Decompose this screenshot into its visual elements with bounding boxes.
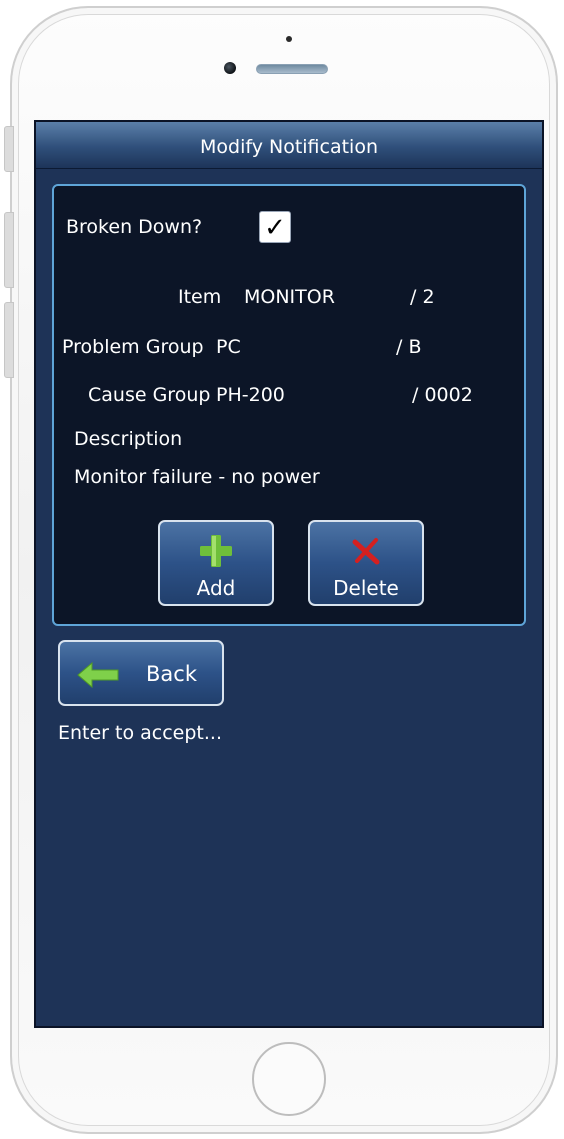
mute-switch xyxy=(4,126,14,172)
delete-button[interactable]: Delete xyxy=(308,520,424,606)
item-label: Item xyxy=(178,286,222,308)
cause-group-value: PH-200 xyxy=(216,384,285,406)
back-button-label: Back xyxy=(146,662,197,686)
problem-group-label: Problem Group xyxy=(62,336,204,358)
problem-group-value: PC xyxy=(216,336,241,358)
add-button[interactable]: Add xyxy=(158,520,274,606)
volume-down-button xyxy=(4,302,14,378)
app-screen: Modify Notification Broken Down? ✓ Item … xyxy=(34,120,544,1028)
add-button-label: Add xyxy=(196,576,236,600)
broken-down-label: Broken Down? xyxy=(66,216,203,238)
left-arrow-icon xyxy=(76,661,120,693)
broken-down-checkbox[interactable]: ✓ xyxy=(259,211,291,243)
plus-icon xyxy=(160,534,272,568)
volume-up-button xyxy=(4,212,14,288)
x-icon xyxy=(310,534,422,568)
item-code: / 2 xyxy=(410,286,435,308)
home-button[interactable] xyxy=(252,1042,326,1116)
page-title: Modify Notification xyxy=(199,136,378,158)
checkmark-icon: ✓ xyxy=(264,213,286,243)
notification-panel: Broken Down? ✓ Item MONITOR / 2 Problem … xyxy=(52,184,526,626)
back-button[interactable]: Back xyxy=(58,640,224,706)
proximity-sensor xyxy=(286,36,292,42)
problem-group-code: / B xyxy=(396,336,422,358)
delete-button-label: Delete xyxy=(333,576,399,600)
status-text: Enter to accept... xyxy=(58,722,223,744)
earpiece-speaker xyxy=(256,64,328,74)
front-camera xyxy=(224,62,236,74)
description-value: Monitor failure - no power xyxy=(74,466,320,488)
title-bar: Modify Notification xyxy=(36,122,542,169)
item-value: MONITOR xyxy=(244,286,335,308)
description-label: Description xyxy=(74,428,183,450)
cause-group-code: / 0002 xyxy=(412,384,473,406)
cause-group-label: Cause Group xyxy=(88,384,211,406)
